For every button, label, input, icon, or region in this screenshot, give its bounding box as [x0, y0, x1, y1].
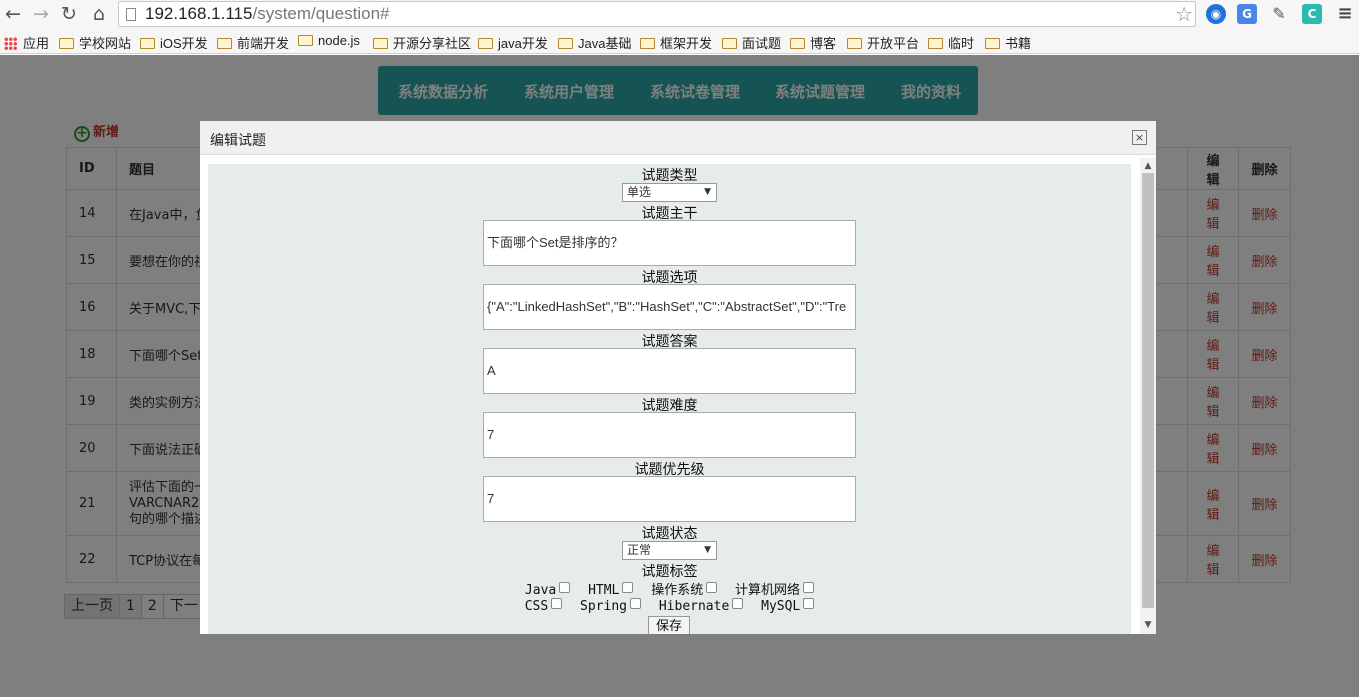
status-select[interactable]: 正常 ▼ — [622, 541, 717, 560]
status-label: 试题状态 — [641, 526, 698, 542]
bookmark-item[interactable]: java开发 — [478, 33, 548, 52]
folder-icon — [478, 38, 493, 49]
checkbox[interactable] — [630, 598, 642, 609]
url-text: 192.168.1.115/system/question# — [145, 4, 390, 23]
extension-c-icon[interactable]: C — [1302, 4, 1322, 24]
dropdown-arrow-icon: ▼ — [704, 545, 711, 555]
apps-icon — [4, 37, 17, 50]
priority-input[interactable]: 7 — [483, 476, 856, 522]
bookmark-apps[interactable]: 应用 — [4, 33, 49, 52]
page-icon — [126, 8, 136, 21]
bookmarks-bar: 应用 学校网站 iOS开发 前端开发 node.js 开源分享社区 java开发… — [0, 29, 1359, 54]
scroll-thumb[interactable] — [1142, 173, 1154, 608]
edit-question-modal: 编辑试题 × 试题类型 单选 ▼ 试题主干 下面哪个Set是排序的？ 试题选项 {… — [200, 121, 1156, 634]
forward-icon[interactable]: → — [30, 3, 52, 25]
checkbox[interactable] — [732, 598, 744, 609]
bookmark-item[interactable]: node.js — [298, 33, 360, 48]
home-icon[interactable]: ⌂ — [88, 3, 110, 25]
menu-icon[interactable]: ≡ — [1335, 4, 1355, 24]
folder-icon — [790, 38, 805, 49]
tag-spring[interactable]: Spring — [580, 598, 642, 614]
modal-header: 编辑试题 × — [200, 121, 1156, 155]
save-button[interactable]: 保存 — [648, 616, 690, 634]
tag-java[interactable]: Java — [525, 582, 571, 598]
folder-icon — [140, 38, 155, 49]
close-icon[interactable]: × — [1132, 130, 1147, 145]
tag-hibernate[interactable]: Hibernate — [659, 598, 744, 614]
bookmark-item[interactable]: 前端开发 — [217, 33, 289, 52]
difficulty-input[interactable]: 7 — [483, 412, 856, 458]
tag-html[interactable]: HTML — [588, 582, 634, 598]
checkbox[interactable] — [803, 598, 815, 609]
bookmark-item[interactable]: 博客 — [790, 33, 836, 52]
folder-icon — [640, 38, 655, 49]
checkbox[interactable] — [551, 598, 563, 609]
scroll-up-icon[interactable]: ▲ — [1143, 161, 1153, 171]
reload-icon[interactable]: ↻ — [58, 3, 80, 25]
folder-icon — [217, 38, 232, 49]
bookmark-item[interactable]: 框架开发 — [640, 33, 712, 52]
folder-icon — [928, 38, 943, 49]
checkbox[interactable] — [622, 582, 634, 593]
type-label: 试题类型 — [641, 168, 698, 184]
modal-body: 试题类型 单选 ▼ 试题主干 下面哪个Set是排序的？ 试题选项 {"A":"Li… — [208, 164, 1131, 634]
answer-input[interactable]: A — [483, 348, 856, 394]
options-input[interactable]: {"A":"LinkedHashSet","B":"HashSet","C":"… — [483, 284, 856, 330]
bookmark-item[interactable]: 开源分享社区 — [373, 33, 471, 52]
tags-label: 试题标签 — [641, 564, 698, 580]
extension-blue-icon[interactable]: ◉ — [1206, 4, 1226, 24]
address-bar[interactable]: 192.168.1.115/system/question# ☆ — [118, 1, 1196, 27]
browser-toolbar: ← → ↻ ⌂ 192.168.1.115/system/question# ☆… — [0, 0, 1359, 29]
tags-row-1: Java HTML 操作系统 计算机网络 — [208, 579, 1131, 598]
bookmark-item[interactable]: 面试题 — [722, 33, 781, 52]
checkbox[interactable] — [803, 582, 815, 593]
folder-icon — [985, 38, 1000, 49]
folder-icon — [722, 38, 737, 49]
bookmark-item[interactable]: iOS开发 — [140, 33, 208, 52]
eyedropper-icon[interactable]: ✎ — [1269, 4, 1289, 24]
tag-os[interactable]: 操作系统 — [651, 579, 718, 598]
checkbox[interactable] — [706, 582, 718, 593]
bookmark-item[interactable]: 书籍 — [985, 33, 1031, 52]
tags-row-2: CSS Spring Hibernate MySQL — [208, 598, 1131, 614]
back-icon[interactable]: ← — [2, 3, 24, 25]
modal-title: 编辑试题 — [210, 133, 266, 149]
folder-icon — [59, 38, 74, 49]
bookmark-item[interactable]: 临时 — [928, 33, 974, 52]
type-select[interactable]: 单选 ▼ — [622, 183, 717, 202]
bookmark-item[interactable]: Java基础 — [558, 33, 631, 52]
checkbox[interactable] — [559, 582, 571, 593]
stem-input[interactable]: 下面哪个Set是排序的？ — [483, 220, 856, 266]
folder-icon — [558, 38, 573, 49]
bookmark-item[interactable]: 学校网站 — [59, 33, 131, 52]
folder-icon — [847, 38, 862, 49]
scroll-down-icon[interactable]: ▼ — [1143, 620, 1153, 630]
tag-network[interactable]: 计算机网络 — [735, 579, 815, 598]
modal-scrollbar[interactable]: ▲ ▼ — [1140, 158, 1156, 634]
bookmark-item[interactable]: 开放平台 — [847, 33, 919, 52]
bookmark-star-icon[interactable]: ☆ — [1175, 2, 1193, 26]
folder-icon — [373, 38, 388, 49]
dropdown-arrow-icon: ▼ — [704, 187, 711, 197]
translate-icon[interactable]: G — [1237, 4, 1257, 24]
tag-mysql[interactable]: MySQL — [761, 598, 815, 614]
folder-icon — [298, 35, 313, 46]
tag-css[interactable]: CSS — [525, 598, 563, 614]
